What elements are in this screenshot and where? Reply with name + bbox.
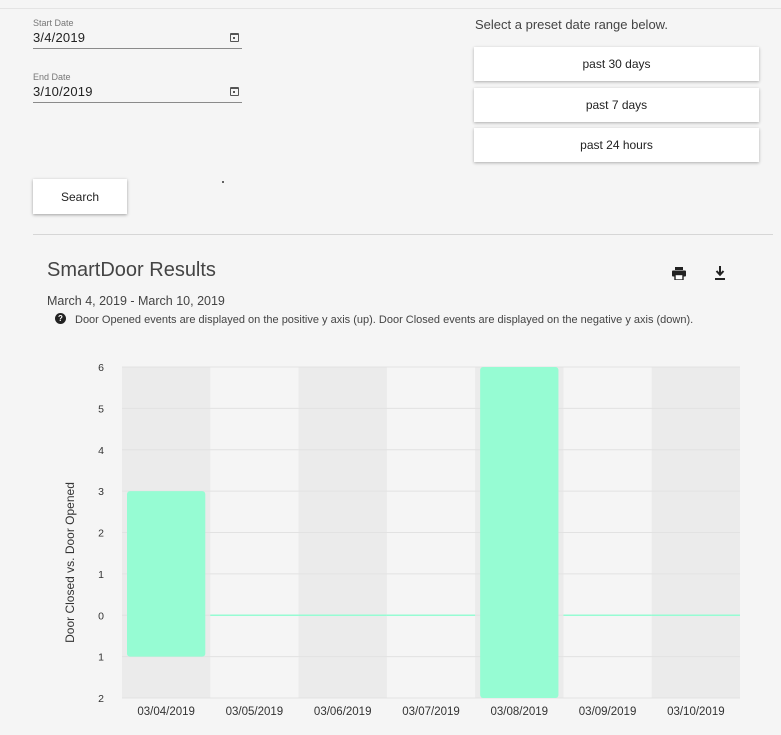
x-tick-label: 03/07/2019 [402, 706, 460, 718]
download-icon[interactable] [714, 266, 726, 280]
start-date-input[interactable]: 3/4/2019 [33, 30, 85, 45]
calendar-icon[interactable] [230, 33, 239, 42]
x-tick-label: 03/05/2019 [226, 706, 284, 718]
y-tick-label: 2 [98, 693, 104, 705]
y-tick-label: 3 [98, 486, 104, 498]
y-tick-label: 4 [98, 445, 104, 457]
chart-bar [480, 367, 559, 698]
end-date-field[interactable]: End Date 3/10/2019 [33, 72, 242, 103]
preset-past-24-hours-button[interactable]: past 24 hours [474, 128, 759, 162]
y-tick-label: 1 [98, 569, 104, 581]
results-date-range: March 4, 2019 - March 10, 2019 [47, 294, 225, 308]
start-date-label: Start Date [33, 18, 74, 28]
top-border [0, 8, 781, 9]
x-tick-label: 03/09/2019 [579, 706, 637, 718]
end-date-label: End Date [33, 72, 71, 82]
end-date-input[interactable]: 3/10/2019 [33, 84, 93, 99]
preset-past-30-days-button[interactable]: past 30 days [474, 47, 759, 81]
y-tick-label: 6 [98, 362, 104, 374]
y-tick-label: 5 [98, 403, 104, 415]
y-axis-label: Door Closed vs. Door Opened [63, 482, 77, 643]
calendar-icon[interactable] [230, 87, 239, 96]
x-tick-label: 03/06/2019 [314, 706, 372, 718]
chart-bar [127, 491, 206, 657]
start-date-field[interactable]: Start Date 3/4/2019 [33, 18, 242, 49]
x-tick-label: 03/08/2019 [491, 706, 549, 718]
search-button[interactable]: Search [33, 179, 127, 214]
print-icon[interactable] [672, 267, 686, 280]
results-title: SmartDoor Results [47, 259, 216, 281]
preset-past-7-days-button[interactable]: past 7 days [474, 88, 759, 122]
x-tick-label: 03/10/2019 [667, 706, 725, 718]
stray-dot [222, 181, 224, 183]
results-note: Door Opened events are displayed on the … [75, 314, 694, 326]
y-tick-label: 2 [98, 528, 104, 540]
preset-hint: Select a preset date range below. [475, 17, 668, 32]
y-tick-label: 1 [98, 652, 104, 664]
y-tick-label: 0 [98, 610, 104, 622]
section-divider [33, 234, 773, 235]
help-icon: ? [55, 313, 66, 324]
x-tick-label: 03/04/2019 [137, 706, 195, 718]
results-chart: 2 1 0 1 2 3 4 5 6 03/04/2019 03/05/2019 03/06/2019… [63, 362, 740, 718]
